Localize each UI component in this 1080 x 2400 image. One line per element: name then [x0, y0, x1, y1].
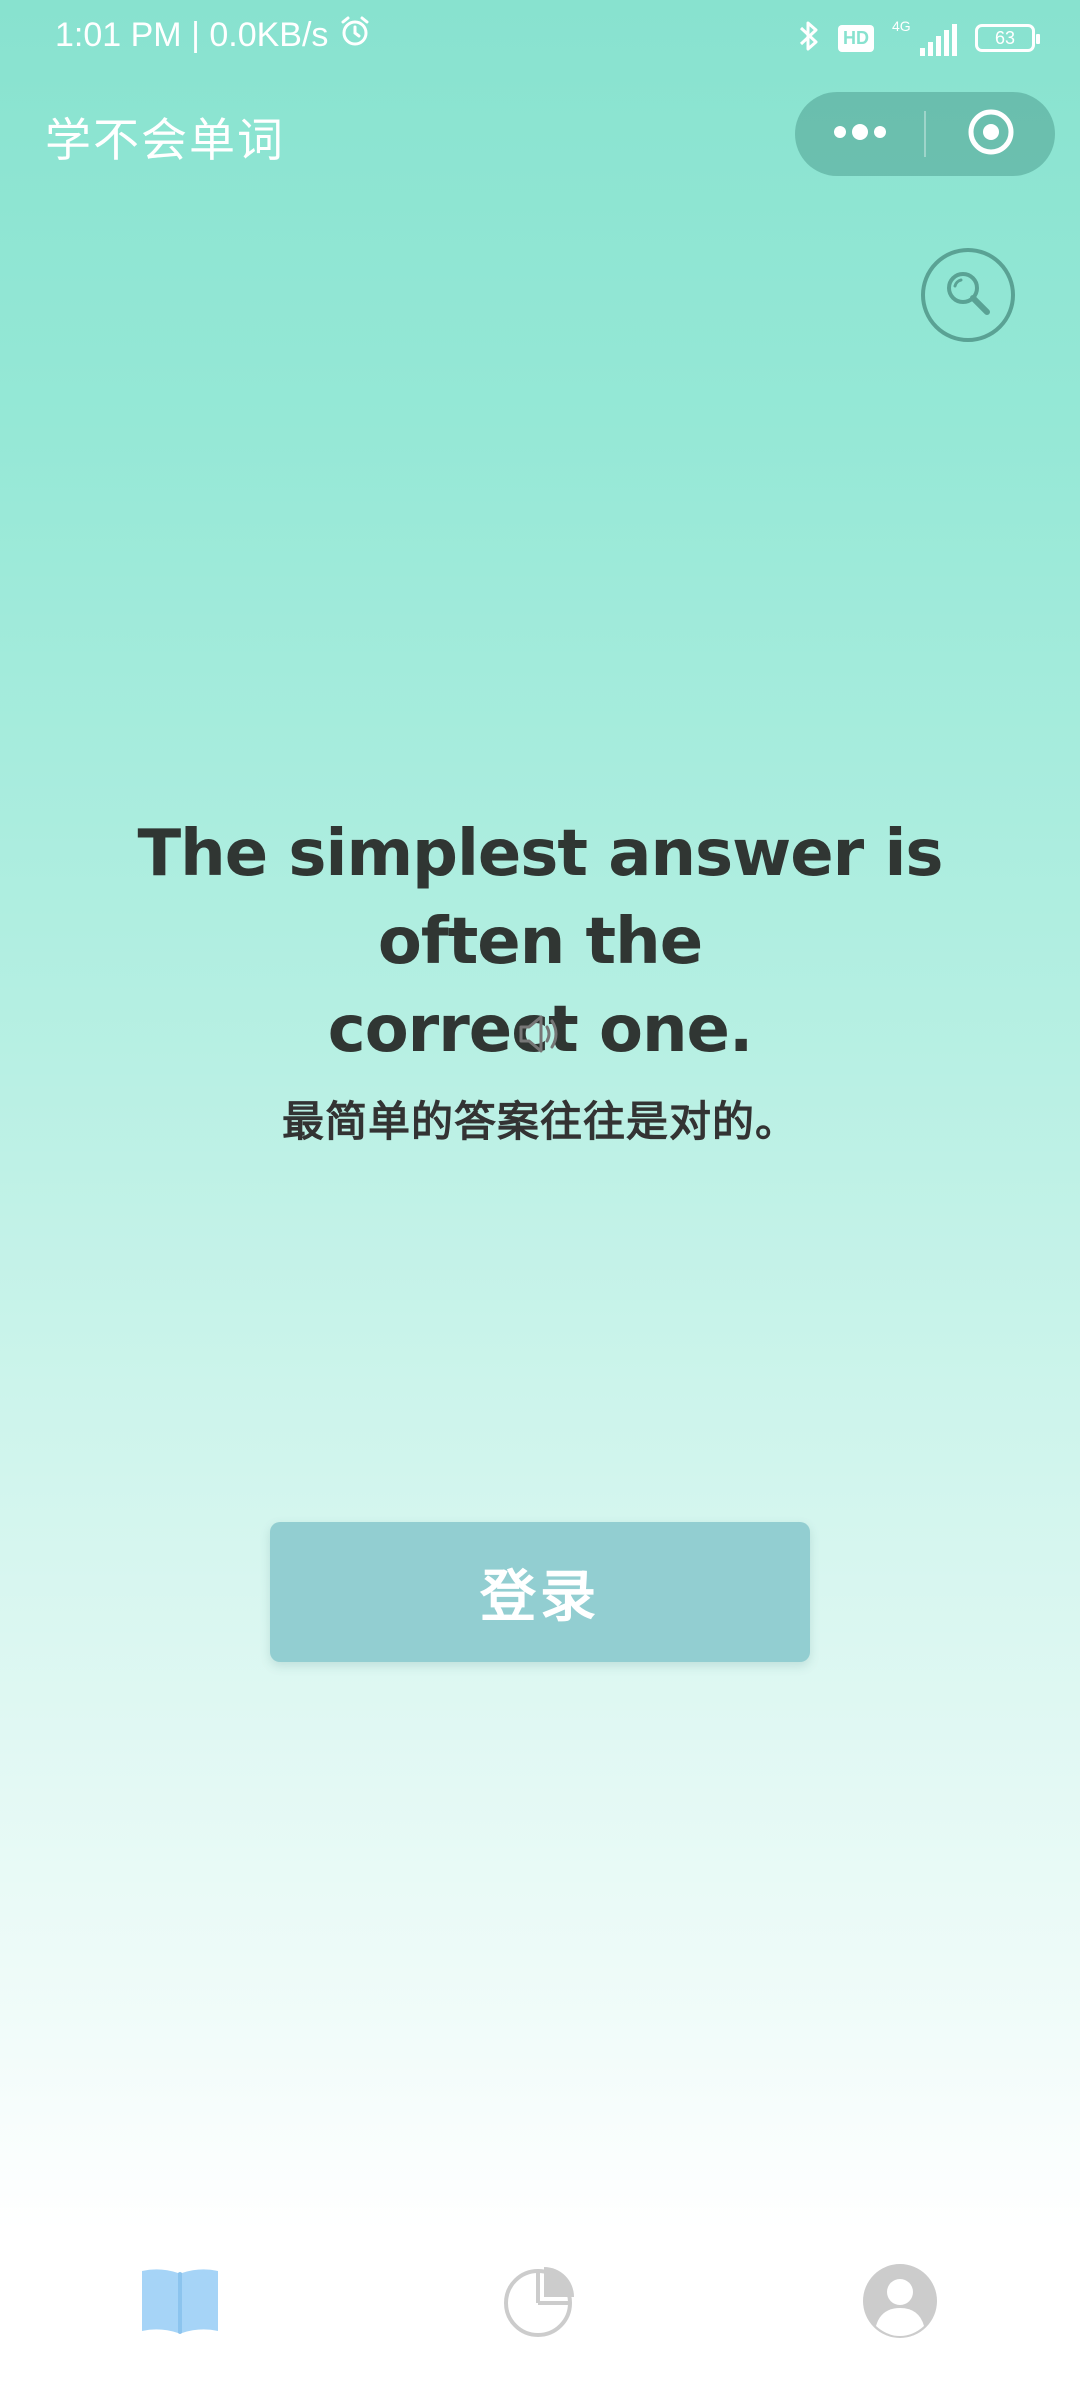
mini-program-capsule: [795, 92, 1055, 176]
user-avatar-icon: [861, 2262, 939, 2344]
tab-study[interactable]: [0, 2228, 360, 2378]
tab-statistics[interactable]: [360, 2228, 720, 2378]
login-button[interactable]: 登录: [270, 1522, 810, 1662]
battery-indicator: 63: [975, 24, 1040, 52]
more-dots-icon: [832, 124, 888, 144]
status-bar: 1:01 PM | 0.0KB/s HD 4G 63: [0, 0, 1080, 78]
search-icon: [943, 268, 993, 322]
target-close-icon: [966, 107, 1016, 161]
search-button[interactable]: [921, 248, 1015, 342]
english-line-1: The simplest answer is often the: [137, 817, 944, 979]
alarm-clock-icon: [338, 14, 372, 57]
status-right: HD 4G 63: [798, 18, 1040, 58]
more-button[interactable]: [795, 92, 924, 176]
tab-profile[interactable]: [720, 2228, 1080, 2378]
signal-icon: 4G: [892, 18, 957, 56]
chinese-translation: 最简单的答案往往是对的。: [281, 1097, 798, 1146]
book-icon: [138, 2265, 222, 2341]
app-title: 学不会单词: [45, 113, 285, 167]
status-time-speed: 1:01 PM | 0.0KB/s: [55, 16, 329, 54]
hd-badge: HD: [838, 24, 874, 52]
speaker-icon[interactable]: [515, 1010, 565, 1058]
pie-chart-icon: [502, 2263, 578, 2343]
bottom-tab-bar: [0, 2228, 1080, 2378]
close-button[interactable]: [926, 92, 1055, 176]
network-type: 4G: [892, 18, 911, 34]
bluetooth-icon: [798, 18, 820, 58]
status-left: 1:01 PM | 0.0KB/s: [55, 14, 372, 57]
